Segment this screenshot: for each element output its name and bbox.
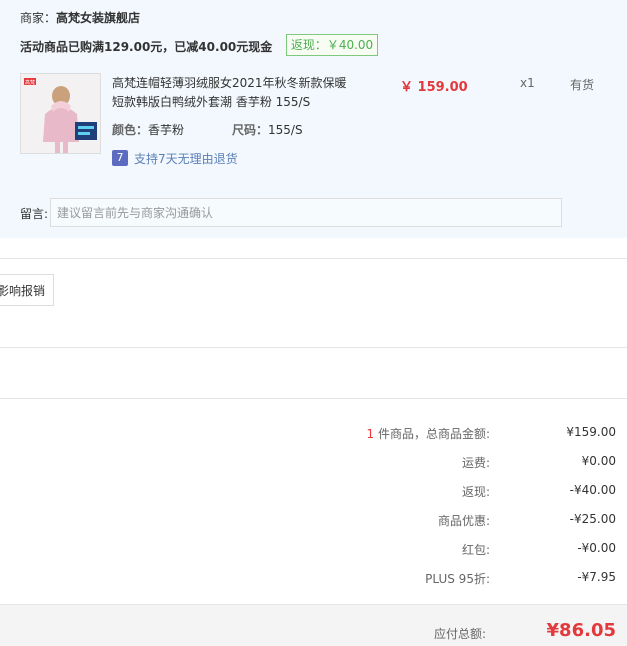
product-thumbnail[interactable]: 高梵 [20, 73, 101, 154]
total-label: 应付总额: [433, 627, 486, 641]
divider [0, 347, 627, 348]
reimbursement-button[interactable]: 影响报销 [0, 274, 54, 306]
summary-label-discount: 商品优惠: [437, 514, 490, 528]
summary-label-shipping: 运费: [461, 456, 490, 470]
product-photo-icon: 高梵 [21, 74, 100, 153]
shop-name-line: 商家：高梵女装旗舰店 [20, 9, 140, 26]
summary-label-plus: PLUS 95折: [425, 572, 490, 586]
product-title-line1: 高梵连帽轻薄羽绒服女2021年秋冬新款保暖 [112, 76, 347, 90]
shop-label: 商家： [20, 11, 57, 25]
return-policy-link[interactable]: 支持7天无理由退货 [134, 150, 238, 167]
summary-value-shipping: ¥0.00 [581, 454, 616, 468]
product-quantity: x1 [520, 76, 535, 90]
shop-name-link[interactable]: 高梵女装旗舰店 [56, 11, 140, 25]
promo-text: 活动商品已购满129.00元，已减40.00元现金 [20, 40, 273, 54]
rebate-tag: 返现：￥40.00 [286, 34, 378, 56]
color-attribute: 颜色：香芋粉 [112, 121, 184, 138]
size-label: 尺码： [232, 123, 269, 137]
size-attribute: 尺码：155/S [232, 121, 303, 138]
size-value: 155/S [268, 123, 303, 137]
color-value: 香芋粉 [148, 123, 185, 137]
item-count: 1 [366, 427, 375, 441]
thumb-badge-text: 高梵 [25, 79, 35, 86]
item-count-suffix: 件商品，总商品金额: [374, 427, 490, 441]
stock-status: 有货 [570, 78, 595, 92]
total-amount: ¥86.05 [546, 620, 616, 641]
summary-value-red-packet: -¥0.00 [577, 541, 616, 555]
divider [0, 398, 627, 399]
summary-label-rebate: 返现: [461, 485, 490, 499]
summary-value-rebate: -¥40.00 [569, 483, 616, 497]
product-title-link[interactable]: 高梵连帽轻薄羽绒服女2021年秋冬新款保暖 短款韩版白鸭绒外套潮 香芋粉 155… [112, 74, 352, 112]
product-title-line2: 短款韩版白鸭绒外套潮 香芋粉 155/S [112, 95, 311, 109]
message-label: 留言: [20, 207, 49, 221]
total-bar [0, 604, 627, 646]
color-label: 颜色： [112, 123, 149, 137]
seven-day-return-icon: 7 [112, 150, 128, 166]
message-input[interactable] [50, 198, 562, 227]
summary-count-label: 1 件商品，总商品金额: [367, 425, 491, 442]
summary-value-plus: -¥7.95 [577, 570, 616, 584]
summary-value-discount: -¥25.00 [569, 512, 616, 526]
divider [0, 258, 627, 259]
product-price: ￥ 159.00 [400, 80, 468, 95]
summary-goods-total: ¥159.00 [566, 425, 616, 439]
summary-label-red-packet: 红包: [461, 543, 490, 557]
shop-order-panel: 商家：高梵女装旗舰店 活动商品已购满129.00元，已减40.00元现金 返现：… [0, 0, 627, 238]
